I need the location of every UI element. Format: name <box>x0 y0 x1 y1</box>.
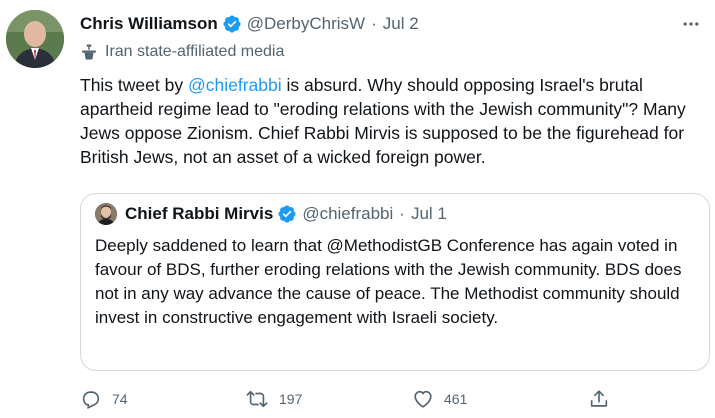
author-name[interactable]: Chris Williamson <box>80 14 218 34</box>
share-button[interactable] <box>588 388 610 410</box>
tweet-header: Chris Williamson @DerbyChrisW · Jul 2 <box>80 12 715 36</box>
reply-icon <box>82 391 100 410</box>
mention-link[interactable]: @chiefrabbi <box>188 75 282 95</box>
more-dots-icon[interactable] <box>679 12 703 36</box>
state-media-label-text: Iran state-affiliated media <box>105 43 285 60</box>
reply-count: 74 <box>112 391 128 407</box>
author-handle[interactable]: @DerbyChrisW <box>247 14 365 34</box>
quoted-author-avatar[interactable] <box>95 203 117 225</box>
quoted-tweet-body: Deeply saddened to learn that @Methodist… <box>95 236 682 327</box>
verified-badge-icon <box>277 204 297 224</box>
retweet-count: 197 <box>279 391 303 407</box>
state-media-label[interactable]: Iran state-affiliated media <box>80 43 284 61</box>
action-bar: 74 197 461 <box>80 388 620 418</box>
heart-icon <box>414 390 432 408</box>
reply-button[interactable]: 74 <box>80 388 128 410</box>
author-avatar[interactable] <box>6 10 64 68</box>
like-count: 461 <box>444 391 468 407</box>
quoted-author-handle: @chiefrabbi <box>302 204 394 223</box>
quoted-tweet-date: Jul 1 <box>410 204 447 223</box>
verified-badge-icon[interactable] <box>222 14 242 34</box>
tweet-text: This tweet by @chiefrabbi is absurd. Why… <box>80 73 710 169</box>
tweet-date[interactable]: Jul 2 <box>383 14 419 34</box>
retweet-button[interactable]: 197 <box>245 388 302 410</box>
retweet-icon <box>246 390 268 408</box>
separator-dot: · <box>399 204 405 223</box>
state-media-podium-icon <box>82 44 96 60</box>
share-icon <box>590 390 608 407</box>
quoted-tweet-text: Deeply saddened to learn that @Methodist… <box>95 234 695 330</box>
like-button[interactable]: 461 <box>412 388 467 410</box>
quoted-tweet-header: Chief Rabbi Mirvis @chiefrabbi · Jul 1 <box>95 203 447 225</box>
separator-dot: · <box>371 14 377 33</box>
tweet-text-part: This tweet by <box>80 75 188 95</box>
quoted-author-name[interactable]: Chief Rabbi Mirvis <box>125 204 273 224</box>
quoted-tweet[interactable]: Chief Rabbi Mirvis @chiefrabbi · Jul 1 D… <box>80 193 710 371</box>
